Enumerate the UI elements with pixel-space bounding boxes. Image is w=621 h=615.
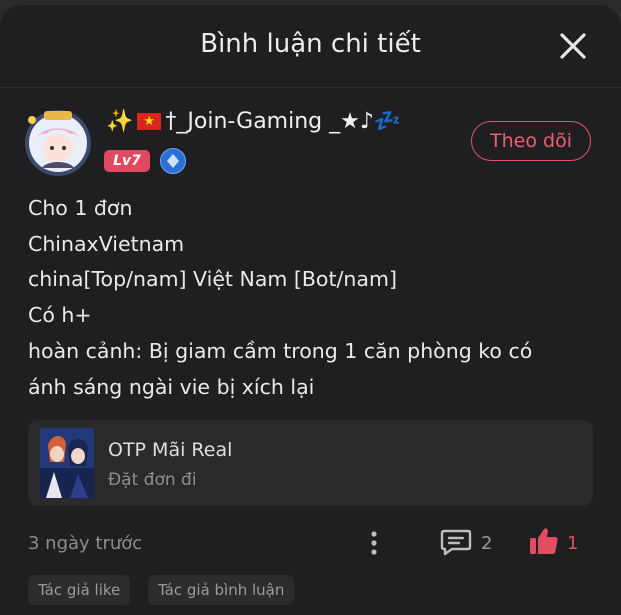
more-options-icon[interactable]: [362, 529, 386, 557]
header: Bình luận chi tiết: [0, 5, 621, 85]
thumbs-up-icon[interactable]: [528, 525, 560, 557]
comment-icon[interactable]: [440, 528, 472, 556]
comment-body: Cho 1 đơn ChinaxVietnam china[Top/nam] V…: [28, 191, 598, 405]
comment-line: ChinaxVietnam: [28, 231, 185, 256]
vietnam-flag-icon: ★: [137, 113, 162, 130]
username-text: †_Join-Gaming _★♪💤: [165, 109, 402, 134]
comment-line: Cho 1 đơn: [28, 196, 133, 220]
comment-line: ánh sáng ngài vie bị xích lại: [28, 374, 315, 399]
author-liked-tag: Tác giả like: [28, 575, 131, 605]
follow-button[interactable]: Theo dõi: [471, 121, 591, 161]
header-divider: [0, 87, 621, 88]
comment-count: 2: [481, 533, 493, 554]
sparkle-icon: ✨: [106, 109, 134, 134]
comment-line: Có h+: [28, 303, 92, 328]
like-count: 1: [567, 533, 579, 554]
user-badges: Lv7: [104, 148, 186, 174]
username[interactable]: ✨ ★ †_Join-Gaming _★♪💤: [106, 109, 401, 134]
close-icon[interactable]: [556, 29, 590, 63]
avatar[interactable]: [22, 106, 94, 178]
work-subtitle: Đặt đơn đi: [108, 470, 197, 490]
comment-detail-sheet: Bình luận chi tiết ✨ ★ †_Join-Gaming _★♪…: [0, 5, 621, 615]
comment-line: hoàn cảnh: Bị giam cầm trong 1 căn phòng…: [28, 338, 533, 363]
work-title: OTP Mãi Real: [108, 439, 233, 461]
level-badge: Lv7: [104, 150, 150, 172]
comment-line: china[Top/nam] Việt Nam [Bot/nam]: [28, 267, 397, 292]
work-cover-image: [40, 428, 94, 498]
work-card[interactable]: OTP Mãi Real Đặt đơn đi: [28, 420, 593, 506]
timestamp: 3 ngày trước: [28, 533, 143, 554]
page-title: Bình luận chi tiết: [200, 29, 421, 59]
diamond-badge-icon: [160, 148, 186, 174]
author-replied-tag: Tác giả bình luận: [148, 575, 295, 605]
